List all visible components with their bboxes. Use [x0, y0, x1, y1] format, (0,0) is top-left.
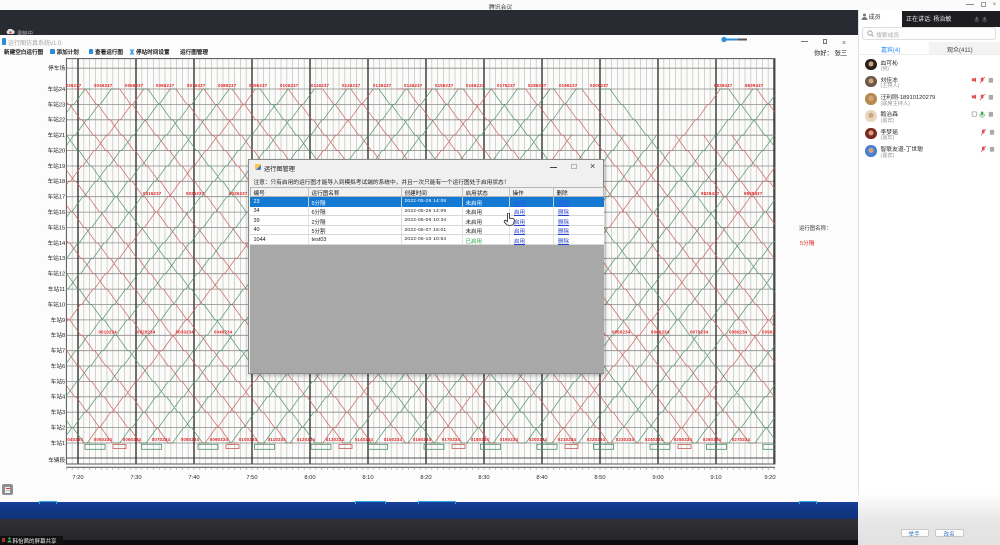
svg-text:车站14: 车站14 — [47, 239, 65, 247]
svg-text:0070234: 0070234 — [152, 437, 171, 442]
svg-text:8:50: 8:50 — [594, 475, 605, 481]
svg-text:0120234: 0120234 — [297, 437, 316, 442]
svg-text:车站16: 车站16 — [47, 208, 65, 216]
svg-text:车站22: 车站22 — [47, 116, 65, 124]
svg-text:0100234: 0100234 — [239, 437, 258, 442]
svg-text:0036237: 0036237 — [229, 191, 248, 196]
svg-text:0010234: 0010234 — [99, 330, 118, 335]
svg-text:运行图名称：: 运行图名称： — [799, 224, 831, 232]
svg-text:0156237: 0156237 — [435, 83, 454, 88]
svg-text:车站20: 车站20 — [47, 147, 65, 155]
svg-text:8:10: 8:10 — [362, 475, 373, 481]
svg-text:车站2: 车站2 — [51, 424, 66, 432]
svg-text:停车场: 停车场 — [48, 64, 65, 72]
svg-text:0080234: 0080234 — [181, 437, 200, 442]
svg-text:0086237: 0086237 — [218, 83, 237, 88]
svg-text:9:10: 9:10 — [710, 475, 721, 481]
svg-text:5分隔: 5分隔 — [800, 239, 815, 247]
svg-text:0026237: 0026237 — [186, 191, 205, 196]
svg-text:0270234: 0270234 — [732, 437, 751, 442]
svg-text:车站10: 车站10 — [47, 300, 65, 308]
svg-text:0186237: 0186237 — [528, 83, 547, 88]
svg-text:0166237: 0166237 — [466, 83, 485, 88]
svg-text:8:20: 8:20 — [420, 475, 431, 481]
svg-text:车站3: 车站3 — [51, 408, 66, 416]
svg-text:0050234: 0050234 — [94, 437, 113, 442]
svg-text:0056237: 0056237 — [125, 83, 144, 88]
svg-text:车站1: 车站1 — [51, 439, 66, 447]
svg-text:车站4: 车站4 — [51, 393, 66, 401]
svg-text:9829437: 9829437 — [701, 191, 720, 196]
svg-text:车站5: 车站5 — [51, 377, 66, 385]
svg-text:车站15: 车站15 — [47, 223, 65, 231]
svg-text:0150234: 0150234 — [384, 437, 403, 442]
svg-text:0050234: 0050234 — [612, 330, 631, 335]
svg-text:车站24: 车站24 — [47, 85, 65, 93]
svg-text:车辆段: 车辆段 — [48, 456, 65, 464]
svg-text:车站6: 车站6 — [51, 362, 66, 370]
svg-text:0110234: 0110234 — [268, 437, 286, 442]
svg-text:0060234: 0060234 — [123, 437, 142, 442]
svg-text:车站23: 车站23 — [47, 100, 65, 108]
svg-text:车站8: 车站8 — [51, 331, 66, 339]
svg-text:0176237: 0176237 — [497, 83, 516, 88]
svg-text:9839437: 9839437 — [745, 83, 764, 88]
svg-text:8:00: 8:00 — [304, 475, 315, 481]
svg-text:0080234: 0080234 — [729, 330, 748, 335]
svg-text:车站18: 车站18 — [47, 177, 65, 185]
svg-text:0170234: 0170234 — [442, 437, 461, 442]
svg-text:车站12: 车站12 — [47, 270, 65, 278]
svg-text:8:40: 8:40 — [536, 475, 547, 481]
svg-text:7:40: 7:40 — [188, 475, 199, 481]
svg-text:7:30: 7:30 — [130, 475, 141, 481]
svg-text:车站9: 车站9 — [51, 316, 66, 324]
svg-text:0046237: 0046237 — [94, 83, 113, 88]
svg-text:0020234: 0020234 — [137, 330, 156, 335]
svg-text:7:50: 7:50 — [246, 475, 257, 481]
svg-text:0146237: 0146237 — [404, 83, 423, 88]
svg-text:0016237: 0016237 — [143, 191, 162, 196]
svg-text:0180234: 0180234 — [471, 437, 490, 442]
svg-text:车站13: 车站13 — [47, 254, 65, 262]
svg-text:0230234: 0230234 — [616, 437, 635, 442]
svg-text:0096237: 0096237 — [249, 83, 268, 88]
svg-text:0210234: 0210234 — [558, 437, 577, 442]
svg-text:车站7: 车站7 — [51, 347, 66, 355]
svg-text:9:20: 9:20 — [764, 475, 775, 481]
svg-text:0066237: 0066237 — [156, 83, 175, 88]
svg-text:0070234: 0070234 — [690, 330, 709, 335]
svg-text:9:00: 9:00 — [652, 475, 663, 481]
svg-text:0260234: 0260234 — [703, 437, 722, 442]
svg-text:0076237: 0076237 — [187, 83, 206, 88]
svg-text:0160234: 0160234 — [413, 437, 432, 442]
svg-text:0130234: 0130234 — [326, 437, 345, 442]
svg-text:0196237: 0196237 — [559, 83, 578, 88]
svg-text:车站19: 车站19 — [47, 162, 65, 170]
svg-text:0240234: 0240234 — [645, 437, 664, 442]
svg-text:0126237: 0126237 — [342, 83, 361, 88]
svg-text:0250234: 0250234 — [674, 437, 693, 442]
svg-text:0220234: 0220234 — [587, 437, 606, 442]
svg-text:0040234: 0040234 — [65, 437, 84, 442]
svg-text:0036237: 0036237 — [63, 83, 82, 88]
svg-text:0206237: 0206237 — [590, 83, 609, 88]
svg-text:0106237: 0106237 — [280, 83, 299, 88]
svg-text:车站17: 车站17 — [47, 193, 65, 201]
svg-text:0200234: 0200234 — [529, 437, 548, 442]
svg-text:0090234: 0090234 — [210, 437, 229, 442]
svg-text:7:20: 7:20 — [72, 475, 83, 481]
svg-text:0136237: 0136237 — [373, 83, 392, 88]
svg-text:0030234: 0030234 — [176, 330, 195, 335]
svg-text:车站21: 车站21 — [47, 131, 65, 139]
svg-text:9829437: 9829437 — [714, 83, 733, 88]
svg-text:0090234: 0090234 — [762, 330, 781, 335]
svg-text:0116237: 0116237 — [311, 83, 329, 88]
svg-text:8:30: 8:30 — [478, 475, 489, 481]
svg-text:0040234: 0040234 — [214, 330, 233, 335]
svg-text:0190234: 0190234 — [500, 437, 519, 442]
svg-text:车站11: 车站11 — [48, 285, 65, 293]
svg-text:0140234: 0140234 — [355, 437, 374, 442]
svg-text:9839437: 9839437 — [744, 191, 763, 196]
svg-text:0060234: 0060234 — [651, 330, 670, 335]
